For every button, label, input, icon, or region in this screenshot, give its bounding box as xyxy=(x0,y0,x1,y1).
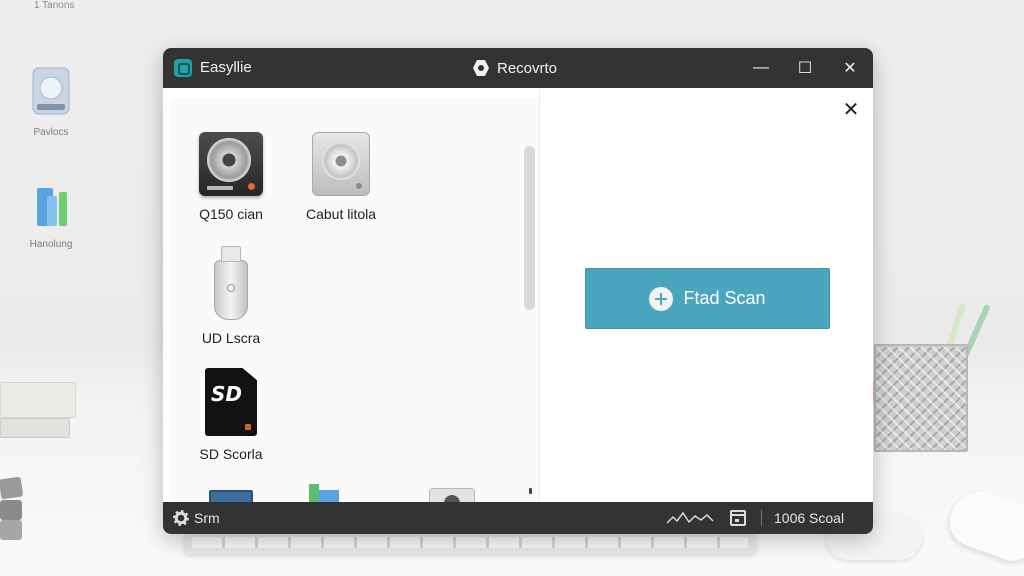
status-left-text: Srm xyxy=(194,510,220,526)
sd-card-badge: SD xyxy=(211,382,243,406)
sd-card-icon: SD xyxy=(205,368,257,436)
desktop-icon-hanolung[interactable]: Hanolung xyxy=(16,186,86,250)
monitor-drive-icon[interactable] xyxy=(209,490,253,502)
desktop-icon-label: Hanolung xyxy=(29,239,73,250)
desk-object xyxy=(0,476,24,540)
drive-icon xyxy=(16,66,86,121)
keyboard xyxy=(184,532,756,554)
pen-holder xyxy=(846,302,991,453)
drive-label: SD Scorla xyxy=(199,446,263,462)
app-logo-icon xyxy=(174,59,192,77)
drive-list-scrollbar[interactable] xyxy=(524,146,535,310)
drive-label: UD Lscra xyxy=(201,330,261,346)
plus-circle-icon xyxy=(649,286,674,311)
window-title: Recovrto xyxy=(497,60,558,77)
status-separator xyxy=(761,510,762,526)
drive-item-usb[interactable]: UD Lscra xyxy=(176,246,286,346)
close-window-button[interactable]: ✕ xyxy=(835,56,865,80)
calendar-icon[interactable] xyxy=(730,510,746,526)
app-window: Easyllie Recovrto — ☐ ✕ Q150 cian Cabut … xyxy=(163,48,873,534)
external-drive-icon xyxy=(312,132,370,196)
close-pane-button[interactable]: ✕ xyxy=(840,98,862,121)
books-stack xyxy=(0,382,78,442)
pane-divider xyxy=(539,88,540,502)
gear-icon[interactable] xyxy=(173,510,189,526)
desktop-icon-label: Pavlocs xyxy=(33,127,69,138)
status-right-text: 1006 Scoal xyxy=(774,510,845,526)
recovery-logo-icon xyxy=(473,60,489,76)
drive-item-external[interactable]: Cabut litola xyxy=(286,132,396,222)
drive-list-pane: Q150 cian Cabut litola UD Lscra SD SD Sc… xyxy=(171,98,539,502)
drive-label: Q150 cian xyxy=(199,206,263,222)
start-scan-button[interactable]: Ftad Scan xyxy=(585,268,830,329)
app-name: Easyllie xyxy=(200,59,252,76)
usb-drive-icon xyxy=(214,246,248,320)
maximize-button[interactable]: ☐ xyxy=(790,56,820,80)
desktop-icon-pavlocs[interactable]: Pavlocs xyxy=(16,66,86,138)
files-drive-icon[interactable] xyxy=(309,484,341,502)
status-bar: Srm 1006 Scoal xyxy=(163,502,873,534)
title-bar[interactable]: Easyllie Recovrto — ☐ ✕ xyxy=(163,48,873,88)
signal-wave-icon xyxy=(666,511,715,525)
scroll-indicator xyxy=(529,488,532,494)
minimize-button[interactable]: — xyxy=(746,56,776,80)
drive-item-hdd[interactable]: Q150 cian xyxy=(176,132,286,222)
drive-item-sd[interactable]: SD SD Scorla xyxy=(176,368,286,462)
network-drive-icon[interactable] xyxy=(429,488,475,502)
drive-label: Cabut litola xyxy=(305,206,377,222)
files-icon xyxy=(16,186,86,233)
scan-button-label: Ftad Scan xyxy=(683,288,766,308)
hard-drive-icon xyxy=(199,132,263,196)
desktop-corner-label: 1 Tanons xyxy=(34,0,75,11)
